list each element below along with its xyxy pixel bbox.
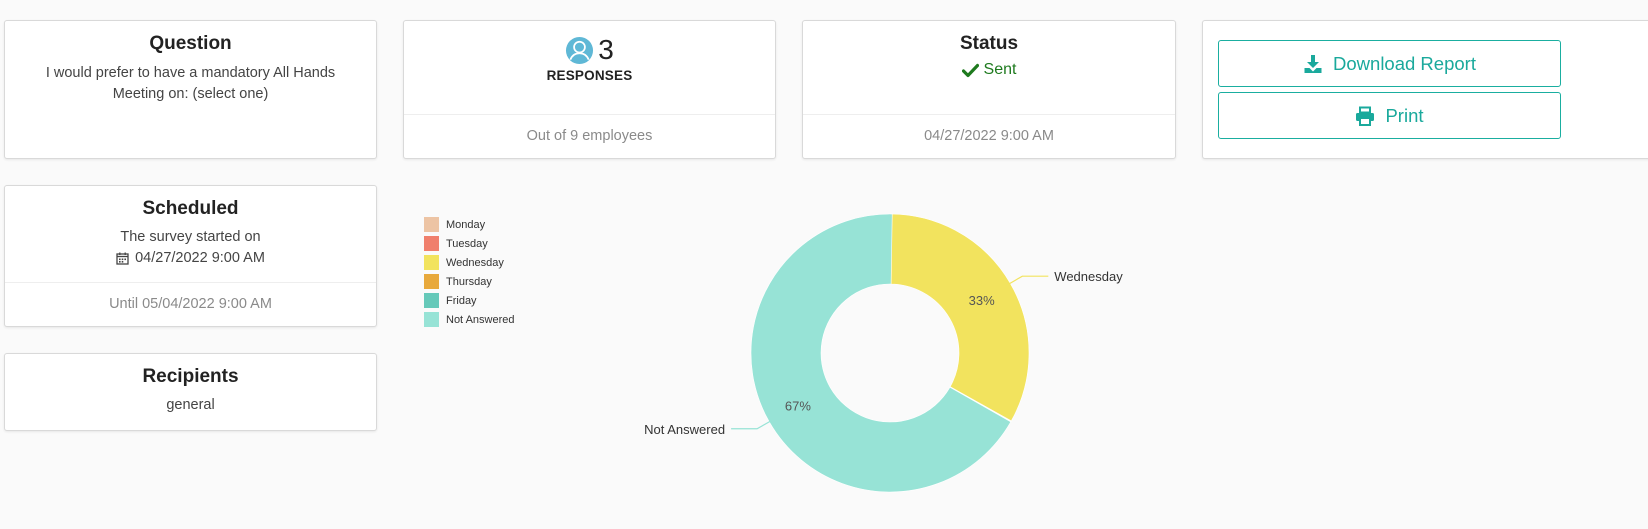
legend-label-tuesday: Tuesday [446,238,488,250]
slice-wednesday [890,213,1030,422]
scheduled-date-row: 04/27/2022 9:00 AM [5,248,376,269]
legend-swatch-monday [424,217,439,232]
percent-label-wednesday: 33% [969,293,995,308]
percent-label-not-answered: 67% [785,398,811,413]
outer-label-wednesday: Wednesday [1054,269,1123,284]
question-title: Question [149,33,232,54]
responses-card: 3 RESPONSES Out of 9 employees [403,20,776,159]
status-footer: 04/27/2022 9:00 AM [803,114,1175,158]
calendar-icon [116,252,129,265]
recipients-value: general [166,397,215,413]
download-report-label: Download Report [1333,52,1476,74]
scheduled-started-text: The survey started on [120,229,261,245]
question-text: I would prefer to have a mandatory All H… [45,65,336,102]
response-chart: Monday Tuesday Wednesday Thursday Friday Not … [410,200,1170,510]
scheduled-title: Scheduled [142,198,239,219]
check-icon [961,63,979,77]
legend-label-wednesday: Wednesday [446,257,504,269]
legend-swatch-not-answered [424,312,439,327]
recipients-title: Recipients [142,366,239,387]
print-button[interactable]: Print [1218,92,1561,139]
actions-card: Download Report Print [1202,20,1648,159]
responses-count-row: 3 [404,34,775,66]
legend-swatch-wednesday [424,255,439,270]
donut-chart-svg: Monday Tuesday Wednesday Thursday Friday Not … [424,213,1123,493]
responses-count: 3 [598,34,614,65]
recipients-card: Recipients general [4,353,377,431]
scheduled-body: The survey started on 04/27/2022 9:00 AM [5,227,376,269]
leader-line-wednesday [1008,275,1049,285]
question-card: Question I would prefer to have a mandat… [4,20,377,159]
legend-label-thursday: Thursday [446,276,492,288]
status-card: Status Sent 04/27/2022 9:00 AM [802,20,1176,159]
leader-line-not-answered [731,420,772,430]
print-label: Print [1385,104,1424,126]
user-avatar-icon [566,36,594,64]
download-report-button[interactable]: Download Report [1218,40,1561,87]
download-icon [1304,54,1322,73]
status-row: Sent [803,61,1175,79]
responses-label: RESPONSES [546,68,633,83]
scheduled-start-date: 04/27/2022 9:00 AM [135,250,265,266]
legend-swatch-thursday [424,274,439,289]
status-title: Status [959,33,1019,54]
legend-label-monday: Monday [446,219,486,231]
legend-label-not-answered: Not Answered [446,314,514,326]
legend-swatch-friday [424,293,439,308]
scheduled-card: Scheduled The survey started on 04/27/20… [4,185,377,327]
legend-swatch-tuesday [424,236,439,251]
outer-label-not-answered: Not Answered [644,422,725,437]
legend-label-friday: Friday [446,295,477,307]
printer-icon [1356,106,1375,126]
scheduled-footer: Until 05/04/2022 9:00 AM [5,282,376,326]
responses-footer: Out of 9 employees [404,114,775,158]
status-value: Sent [983,61,1017,78]
